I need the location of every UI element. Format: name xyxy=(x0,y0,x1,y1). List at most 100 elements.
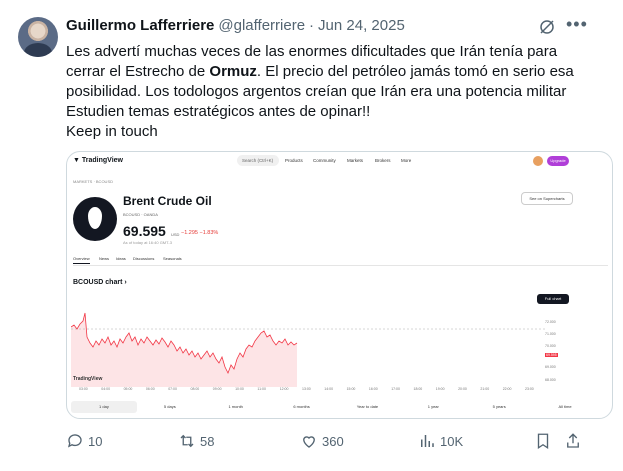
tv-avatar xyxy=(533,156,543,166)
tv-tab-overview: Overview xyxy=(73,256,90,264)
tweet-line: Keep in touch xyxy=(66,123,158,140)
x-tick: 17:00 xyxy=(391,387,400,391)
tv-nav-item: Brokers xyxy=(375,158,391,163)
tweet-line: Estudien temas estratégicos antes de opi… xyxy=(66,103,371,120)
tv-tabs: Overview News Ideas Discussions Seasonal… xyxy=(73,256,608,266)
share-button[interactable] xyxy=(564,432,582,450)
x-tick: 11:00 xyxy=(257,387,266,391)
instrument-subtitle: BCOUSD · OANDA xyxy=(123,212,158,217)
attached-image[interactable]: ▼ TradingView Search (Ctrl+K) Products C… xyxy=(66,151,613,419)
tv-nav-item: Markets xyxy=(347,158,364,163)
bookmark-icon xyxy=(537,433,549,450)
tweet-text: Les advertí muchas veces de las enormes … xyxy=(66,42,596,142)
y-tick: 72.000 xyxy=(545,320,556,324)
repost-icon xyxy=(180,434,194,448)
oil-drop-icon xyxy=(73,197,117,241)
range-6-months: 6 months xyxy=(293,404,310,409)
range-5-days: 5 days xyxy=(163,404,176,409)
x-tick: 06:00 xyxy=(145,387,155,391)
price-area xyxy=(71,313,297,387)
heart-icon xyxy=(303,436,315,448)
tv-tab-news: News xyxy=(99,256,110,261)
author-handle[interactable]: @glafferriere xyxy=(218,17,305,34)
tweet-header: Guillermo Lafferriere @glafferriere · Ju… xyxy=(66,17,405,34)
tv-tab-seasonals: Seasonals xyxy=(163,256,182,261)
tweet-line: posibilidad. Los todologos argentos creí… xyxy=(66,83,567,100)
x-tick: 16:00 xyxy=(368,387,378,391)
x-tick: 20:00 xyxy=(458,387,467,391)
range-1-year: 1 year xyxy=(427,404,439,409)
instrument-title: Brent Crude Oil xyxy=(123,194,212,208)
reply-icon xyxy=(67,434,82,448)
reply-count: 10 xyxy=(88,433,103,449)
tradingview-logo: ▼ TradingView xyxy=(73,157,123,164)
like-count: 360 xyxy=(322,433,344,449)
price-currency: USD xyxy=(171,232,180,237)
x-tick: 23:00 xyxy=(525,387,534,391)
share-icon xyxy=(567,433,579,448)
y-tick-current: 69.595 xyxy=(545,353,558,357)
see-on-supercharts-button: See on Supercharts xyxy=(521,192,573,205)
tweet-text-segment: cerrar el Estrecho de xyxy=(66,63,210,80)
x-tick: 08:00 xyxy=(190,387,200,391)
x-tick: 07:00 xyxy=(168,387,177,391)
x-tick: 21:00 xyxy=(480,387,490,391)
tweet-line: Les advertí muchas veces de las enormes … xyxy=(66,43,558,60)
x-tick: 09:00 xyxy=(212,387,222,391)
chart-title: BCOUSD chart › xyxy=(73,279,127,286)
time-range-selector: 1 day 5 days 1 month 6 months Year to da… xyxy=(71,401,598,413)
full-chart-button: Full chart xyxy=(537,294,569,304)
tweet-text-segment: . El precio del petróleo jamás tomó en s… xyxy=(256,63,574,80)
range-all-time: All time xyxy=(558,404,572,409)
price-chart xyxy=(71,312,545,387)
tv-upgrade-button: Upgrade xyxy=(547,156,569,166)
repost-count: 58 xyxy=(200,433,215,449)
x-tick: 12:00 xyxy=(279,387,289,391)
x-tick: 05:00 xyxy=(123,387,133,391)
price-timestamp: As of today at 16:40 GMT-3 xyxy=(123,240,172,245)
tweet-line: cerrar el Estrecho de Ormuz. El precio d… xyxy=(66,62,596,82)
avatar[interactable] xyxy=(18,17,58,57)
dot-separator: · xyxy=(309,17,315,34)
range-5-years: 5 years xyxy=(492,404,506,409)
x-tick: 19:00 xyxy=(435,387,445,391)
grok-icon[interactable] xyxy=(538,18,556,36)
more-options-icon[interactable]: ••• xyxy=(566,14,588,35)
instrument-price: 69.595 xyxy=(123,223,166,239)
x-tick: 14:00 xyxy=(324,387,334,391)
views-button[interactable]: 10K xyxy=(418,432,463,450)
y-tick: 70.000 xyxy=(545,344,556,348)
views-count: 10K xyxy=(440,433,464,449)
x-tick: 18:00 xyxy=(413,387,423,391)
tv-tab-ideas: Ideas xyxy=(116,256,126,261)
bookmark-button[interactable] xyxy=(534,432,552,450)
price-change: −1.295 −1.83% xyxy=(181,230,219,236)
chart-watermark: TradingView xyxy=(73,376,103,382)
reply-button[interactable]: 10 xyxy=(66,432,102,450)
tv-search-input: Search (Ctrl+K) xyxy=(237,155,279,166)
x-tick: 22:00 xyxy=(502,387,512,391)
tv-nav-item: Products xyxy=(285,158,303,163)
views-icon xyxy=(421,435,434,447)
tweet: Guillermo Lafferriere @glafferriere · Ju… xyxy=(0,0,623,471)
y-tick: 69.000 xyxy=(545,365,556,369)
range-1-month: 1 month xyxy=(228,404,243,409)
x-tick: 13:00 xyxy=(302,387,311,391)
tweet-date[interactable]: Jun 24, 2025 xyxy=(318,17,405,34)
tv-tab-discussions: Discussions xyxy=(133,256,155,261)
x-tick: 04:00 xyxy=(101,387,111,391)
tweet-bold-word: Ormuz xyxy=(209,63,257,80)
author-name[interactable]: Guillermo Lafferriere xyxy=(66,17,214,34)
tv-nav-item: More xyxy=(401,158,412,163)
x-tick: 10:00 xyxy=(235,387,244,391)
range-1-day: 1 day xyxy=(71,401,137,413)
y-tick: 71.000 xyxy=(545,332,556,336)
range-ytd: Year to date xyxy=(356,404,379,409)
x-tick: 03:00 xyxy=(79,387,88,391)
tweet-actions: 10 58 360 10K xyxy=(66,432,586,452)
like-button[interactable]: 360 xyxy=(300,432,344,450)
repost-button[interactable]: 58 xyxy=(178,432,214,450)
tv-nav-item: Community xyxy=(313,158,336,163)
x-tick: 15:00 xyxy=(346,387,356,391)
tv-breadcrumb: MARKETS · BCOUSD xyxy=(73,179,114,184)
